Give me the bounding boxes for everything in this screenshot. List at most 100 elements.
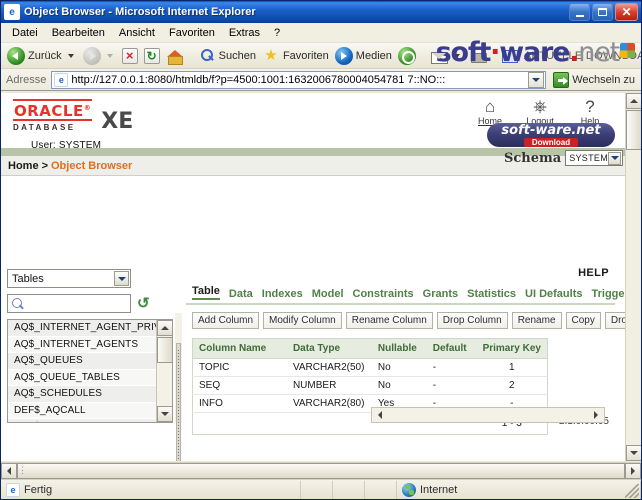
page-scrollbar-thumb[interactable]	[626, 110, 641, 150]
menu-item-ansicht[interactable]: Ansicht	[112, 25, 162, 41]
header-home-button[interactable]: ⌂ Home	[474, 97, 506, 126]
header-logout-button[interactable]: ⎈ Logout	[524, 97, 556, 126]
content-horizontal-scrollbar[interactable]	[371, 407, 605, 423]
list-item[interactable]: AQ$_INTERNET_AGENT_PRIVS	[8, 320, 156, 337]
cell-data-type: NUMBER	[286, 376, 372, 395]
forward-button[interactable]	[80, 45, 119, 67]
col-header-nullable[interactable]: Nullable	[371, 338, 427, 359]
list-item[interactable]: AQ$_QUEUE_TABLES	[8, 369, 156, 386]
object-list[interactable]: AQ$_INTERNET_AGENT_PRIVS AQ$_INTERNET_AG…	[7, 319, 173, 423]
list-item[interactable]: AQ$_INTERNET_AGENTS	[8, 336, 156, 353]
col-header-primary-key[interactable]: Primary Key	[476, 338, 548, 359]
maximize-button[interactable]	[592, 3, 613, 21]
chevron-down-icon[interactable]	[114, 271, 129, 286]
col-header-data-type[interactable]: Data Type	[286, 338, 372, 359]
back-button[interactable]: Zurück	[4, 45, 80, 67]
panel-splitter[interactable]	[175, 313, 182, 461]
header-help-button[interactable]: ? Help	[574, 97, 606, 126]
triangle-left-icon	[7, 467, 11, 475]
refresh-button[interactable]	[141, 45, 163, 67]
columns-table-head: Column Name Data Type Nullable Default P…	[192, 338, 548, 359]
address-dropdown-button[interactable]	[528, 71, 545, 88]
resize-grip[interactable]	[625, 484, 639, 498]
rename-button[interactable]: Rename	[511, 312, 562, 329]
home-button[interactable]	[163, 45, 187, 67]
modify-column-button[interactable]: Modify Column	[263, 312, 342, 329]
refresh-icon[interactable]: ↺	[137, 296, 150, 311]
tab-grants[interactable]: Grants	[423, 288, 458, 300]
list-item[interactable]: DEF$_AQERROR	[8, 419, 156, 422]
address-input[interactable]: e http://127.0.0.1:8080/htmldb/f?p=4500:…	[51, 70, 547, 89]
favorites-button[interactable]: ★ Favoriten	[259, 45, 332, 67]
menu-item-bearbeiten[interactable]: Bearbeiten	[45, 25, 112, 41]
scroll-down-button[interactable]	[157, 406, 172, 422]
object-list-scrollbar[interactable]	[156, 320, 172, 422]
splitter-grip[interactable]	[176, 343, 181, 461]
close-button[interactable]: ✕	[615, 3, 638, 21]
list-item[interactable]: AQ$_SCHEDULES	[8, 386, 156, 403]
badge-main-text: soft-ware.net	[501, 123, 601, 138]
page-horizontal-scrollbar[interactable]: ⋮	[1, 462, 641, 479]
triangle-up-icon	[630, 99, 638, 103]
schema-select[interactable]: SYSTEM	[565, 150, 623, 166]
columns-table-body: TOPIC VARCHAR2(50) No - 1 SEQ NUMBER No …	[192, 358, 548, 435]
detail-tabs: Table Data Indexes Model Constraints Gra…	[186, 285, 635, 305]
stop-button[interactable]	[119, 45, 141, 67]
back-dropdown-icon[interactable]	[67, 53, 74, 58]
col-header-column-name[interactable]: Column Name	[192, 338, 287, 359]
page-scroll-down-button[interactable]	[626, 445, 641, 461]
content-scroll-right-button[interactable]	[588, 407, 604, 423]
drop-column-button[interactable]: Drop Column	[436, 312, 508, 329]
search-button[interactable]: Suchen	[195, 45, 259, 67]
page-scroll-left-button[interactable]	[1, 463, 17, 479]
chevron-down-icon[interactable]	[608, 151, 621, 165]
object-type-select[interactable]: Tables	[7, 269, 131, 288]
footer-blank-1	[193, 413, 287, 435]
go-button[interactable]: Wechseln zu	[551, 71, 637, 88]
cell-column-name: SEQ	[192, 376, 287, 395]
menu-item-favoriten[interactable]: Favoriten	[162, 25, 222, 41]
scroll-up-button[interactable]	[157, 320, 172, 336]
software-net-download-badge[interactable]: soft-ware.net Download	[487, 123, 615, 147]
scrollbar-thumb[interactable]	[157, 337, 172, 363]
history-button[interactable]	[395, 45, 419, 67]
status-blank-pane-1	[301, 480, 333, 499]
tab-statistics[interactable]: Statistics	[467, 288, 516, 300]
list-item[interactable]: DEF$_AQCALL	[8, 402, 156, 419]
page-hscrollbar-thumb[interactable]: ⋮	[17, 463, 625, 479]
col-header-default[interactable]: Default	[426, 338, 477, 359]
list-item[interactable]: AQ$_QUEUES	[8, 353, 156, 370]
add-column-button[interactable]: Add Column	[192, 312, 260, 329]
rename-column-button[interactable]: Rename Column	[345, 312, 433, 329]
object-search-input[interactable]	[7, 294, 131, 313]
minimize-button[interactable]	[569, 3, 590, 21]
back-arrow-icon	[7, 46, 25, 65]
menu-item-extras[interactable]: Extras	[222, 25, 267, 41]
menu-item-datei[interactable]: Datei	[5, 25, 45, 41]
help-link[interactable]: HELP	[578, 267, 609, 279]
page-vertical-scrollbar[interactable]	[625, 93, 641, 461]
tab-model[interactable]: Model	[312, 288, 344, 300]
status-blank-pane-3	[365, 480, 397, 499]
oracle-logo: ORACLE® DATABASE	[13, 99, 93, 132]
tab-table[interactable]: Table	[192, 285, 220, 300]
media-button[interactable]: Medien	[332, 45, 395, 67]
status-message: Fertig	[24, 483, 53, 496]
chevron-down-icon	[532, 77, 541, 82]
breadcrumb-home-link[interactable]: Home	[8, 160, 39, 172]
content-scroll-left-button[interactable]	[372, 407, 388, 423]
page-favicon-icon: e	[6, 482, 20, 497]
tab-data[interactable]: Data	[229, 288, 253, 300]
page-scroll-right-button[interactable]	[625, 463, 641, 479]
caret-shape	[610, 156, 619, 160]
address-bar: Adresse e http://127.0.0.1:8080/htmldb/f…	[1, 69, 641, 91]
tab-ui-defaults[interactable]: UI Defaults	[525, 288, 582, 300]
search-label: Suchen	[218, 49, 256, 62]
page-scroll-up-button[interactable]	[626, 93, 641, 109]
schema-selector-group: Schema SYSTEM	[504, 150, 623, 166]
tab-indexes[interactable]: Indexes	[262, 288, 303, 300]
copy-button[interactable]: Copy	[565, 312, 601, 329]
title-bar: e Object Browser - Microsoft Internet Ex…	[1, 1, 641, 23]
menu-item-help[interactable]: ?	[267, 25, 287, 41]
tab-constraints[interactable]: Constraints	[353, 288, 414, 300]
